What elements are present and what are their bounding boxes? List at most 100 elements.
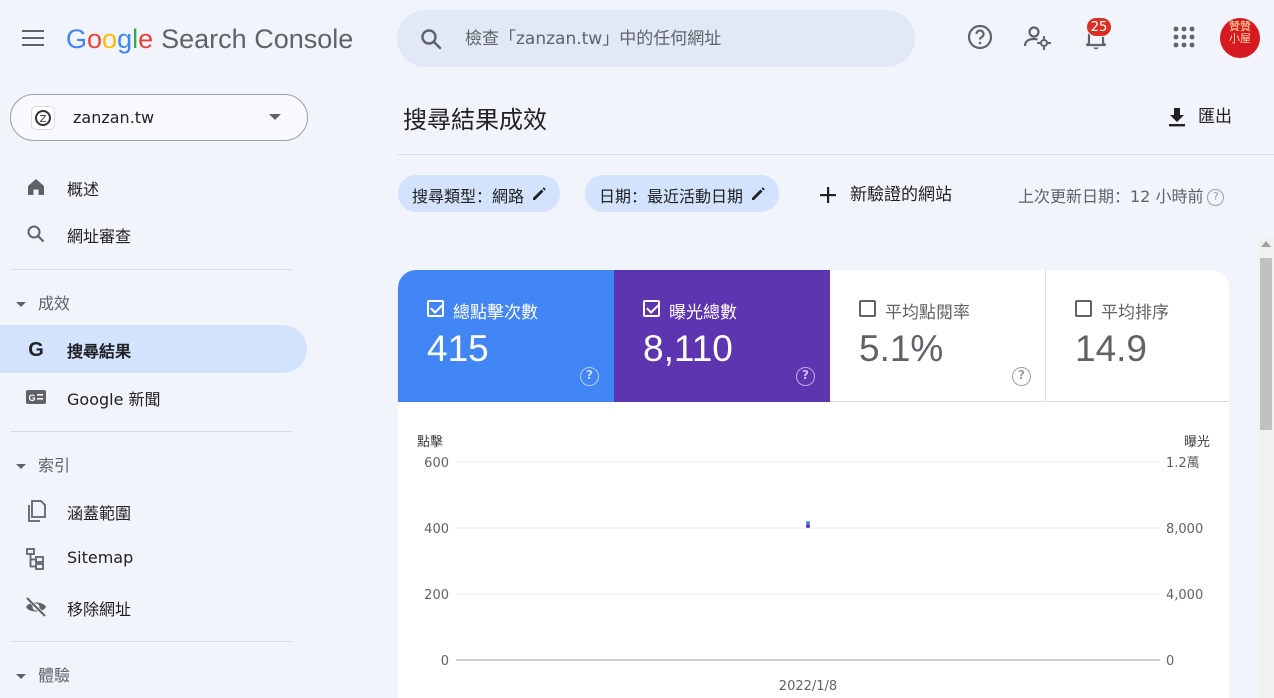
metric-value: 415 — [427, 328, 489, 369]
sidebar-section-index[interactable]: 索引 — [16, 452, 70, 476]
sidebar-item-label: 概述 — [67, 180, 100, 199]
y-axis-right-tick: 0 — [1166, 654, 1174, 669]
help-icon[interactable]: ? — [796, 367, 815, 386]
help-icon[interactable]: ? — [1207, 189, 1225, 206]
avatar-text: 贊贊小屋 — [1229, 20, 1251, 45]
search-console-logo[interactable]: Google Search Console — [66, 24, 353, 55]
user-settings-icon[interactable] — [1022, 22, 1052, 52]
property-favicon-icon: Z — [31, 106, 55, 130]
filter-chip-search-type[interactable]: 搜尋類型：網路 — [398, 175, 561, 212]
apps-grid-icon[interactable] — [1169, 22, 1199, 52]
metric-value: 8,110 — [643, 328, 733, 369]
edit-pencil-icon — [752, 187, 765, 200]
updated-label: 上次更新日期：12 小時前 — [1018, 187, 1204, 206]
scroll-up-arrow-icon[interactable] — [1261, 241, 1271, 247]
page-title: 搜尋結果成效 — [403, 106, 547, 134]
search-icon — [27, 225, 45, 243]
dropdown-caret-icon — [269, 114, 281, 120]
y-axis-left-label: 點擊 — [417, 434, 443, 450]
product-name: Search Console — [161, 24, 354, 54]
sidebar-item-sitemap[interactable]: Sitemap — [0, 535, 307, 583]
section-title: 成效 — [38, 294, 71, 313]
sidebar-divider — [10, 431, 292, 432]
logo-letter: g — [117, 24, 133, 54]
collapse-caret-icon — [16, 464, 26, 469]
section-title: 體驗 — [38, 666, 71, 685]
y-axis-right-label: 曝光 — [1184, 435, 1210, 450]
sidebar-item-label: Google 新聞 — [67, 390, 161, 409]
logo-letter: G — [66, 24, 88, 54]
sidebar-section-experience[interactable]: 體驗 — [16, 662, 70, 686]
help-icon[interactable]: ? — [580, 367, 599, 386]
x-axis-tick: 2022/1/8 — [779, 679, 837, 694]
data-point — [806, 524, 810, 529]
collapse-caret-icon — [16, 674, 26, 679]
main-menu-icon[interactable] — [22, 30, 44, 46]
export-button[interactable]: 匯出 — [1166, 102, 1232, 128]
chip-label: 日期：最近活動日期 — [599, 187, 744, 206]
metric-value: 5.1% — [859, 328, 944, 369]
section-title: 索引 — [38, 456, 71, 475]
sidebar-section-performance[interactable]: 成效 — [16, 290, 70, 314]
metric-checkbox[interactable] — [427, 300, 444, 317]
chip-label: 搜尋類型：網路 — [412, 187, 525, 206]
metric-card-total-clicks[interactable]: 總點擊次數 415 ? — [398, 270, 614, 402]
add-site-label: 新驗證的網站 — [850, 185, 952, 205]
account-avatar[interactable]: 贊贊小屋 — [1220, 18, 1260, 58]
y-axis-left-tick: 400 — [424, 522, 449, 537]
svg-text:G: G — [28, 393, 35, 403]
metric-value: 14.9 — [1075, 328, 1148, 369]
metric-card-average-ctr[interactable]: 平均點閱率 5.1% ? — [830, 270, 1046, 402]
sidebar-divider — [10, 269, 292, 270]
y-axis-left-tick: 200 — [424, 588, 449, 603]
logo-letter: e — [138, 24, 154, 54]
sidebar-item-removals[interactable]: 移除網址 — [0, 583, 307, 631]
sidebar-item-url-inspection[interactable]: 網址審查 — [0, 210, 307, 258]
metric-card-total-impressions[interactable]: 曝光總數 8,110 ? — [614, 270, 830, 402]
metric-checkbox[interactable] — [859, 300, 876, 317]
sidebar-item-coverage[interactable]: 涵蓋範圍 — [0, 487, 307, 535]
sidebar-item-overview[interactable]: 概述 — [0, 163, 307, 211]
y-axis-right-tick: 8,000 — [1166, 522, 1203, 537]
metric-checkbox[interactable] — [643, 300, 660, 317]
plus-icon — [820, 187, 836, 203]
svg-text:Z: Z — [40, 114, 47, 125]
help-icon[interactable] — [965, 22, 995, 52]
metric-label: 平均點閱率 — [885, 303, 970, 323]
sidebar-item-label: 移除網址 — [67, 600, 132, 619]
sitemap-icon — [26, 548, 44, 570]
filter-chip-date[interactable]: 日期：最近活動日期 — [585, 175, 780, 212]
vertical-scrollbar[interactable] — [1258, 238, 1274, 698]
url-inspection-search-bar[interactable] — [397, 10, 915, 67]
sidebar-item-search-results[interactable]: G 搜尋結果 — [0, 325, 307, 373]
url-inspection-input[interactable] — [465, 20, 885, 58]
google-g-icon: G — [28, 339, 44, 361]
scrollbar-thumb[interactable] — [1260, 258, 1272, 430]
performance-chart: 點擊 曝光 600 1.2萬 400 8,000 200 4,000 0 0 2022/1/8 — [417, 434, 1210, 694]
edit-pencil-icon — [533, 187, 546, 200]
metric-checkbox[interactable] — [1075, 300, 1092, 317]
sidebar-item-label: 網址審查 — [67, 227, 132, 246]
logo-letter: o — [87, 24, 103, 54]
metric-label: 平均排序 — [1101, 303, 1169, 323]
metric-label: 曝光總數 — [669, 303, 737, 323]
visibility-off-icon — [25, 596, 47, 618]
search-icon — [421, 29, 442, 50]
download-icon — [1169, 108, 1185, 127]
y-axis-right-tick: 4,000 — [1166, 588, 1203, 603]
sidebar-item-label: 搜尋結果 — [67, 342, 132, 361]
add-new-site-button[interactable]: 新驗證的網站 — [818, 180, 952, 205]
collapse-caret-icon — [16, 302, 26, 307]
metric-label: 總點擊次數 — [453, 303, 538, 323]
metric-card-average-position[interactable]: 平均排序 14.9 — [1046, 270, 1229, 402]
header-divider — [398, 154, 1274, 155]
y-axis-left-tick: 600 — [424, 456, 449, 471]
help-icon[interactable]: ? — [1012, 367, 1031, 386]
property-selector[interactable]: Z zanzan.tw — [10, 94, 308, 141]
sidebar-item-label: Sitemap — [67, 548, 134, 567]
logo-letter: o — [102, 24, 118, 54]
sidebar-divider — [10, 641, 292, 642]
notification-count-badge: 25 — [1086, 17, 1112, 37]
last-updated-text: 上次更新日期：12 小時前? — [1018, 183, 1225, 207]
sidebar-item-google-news[interactable]: G Google 新聞 — [0, 373, 307, 421]
